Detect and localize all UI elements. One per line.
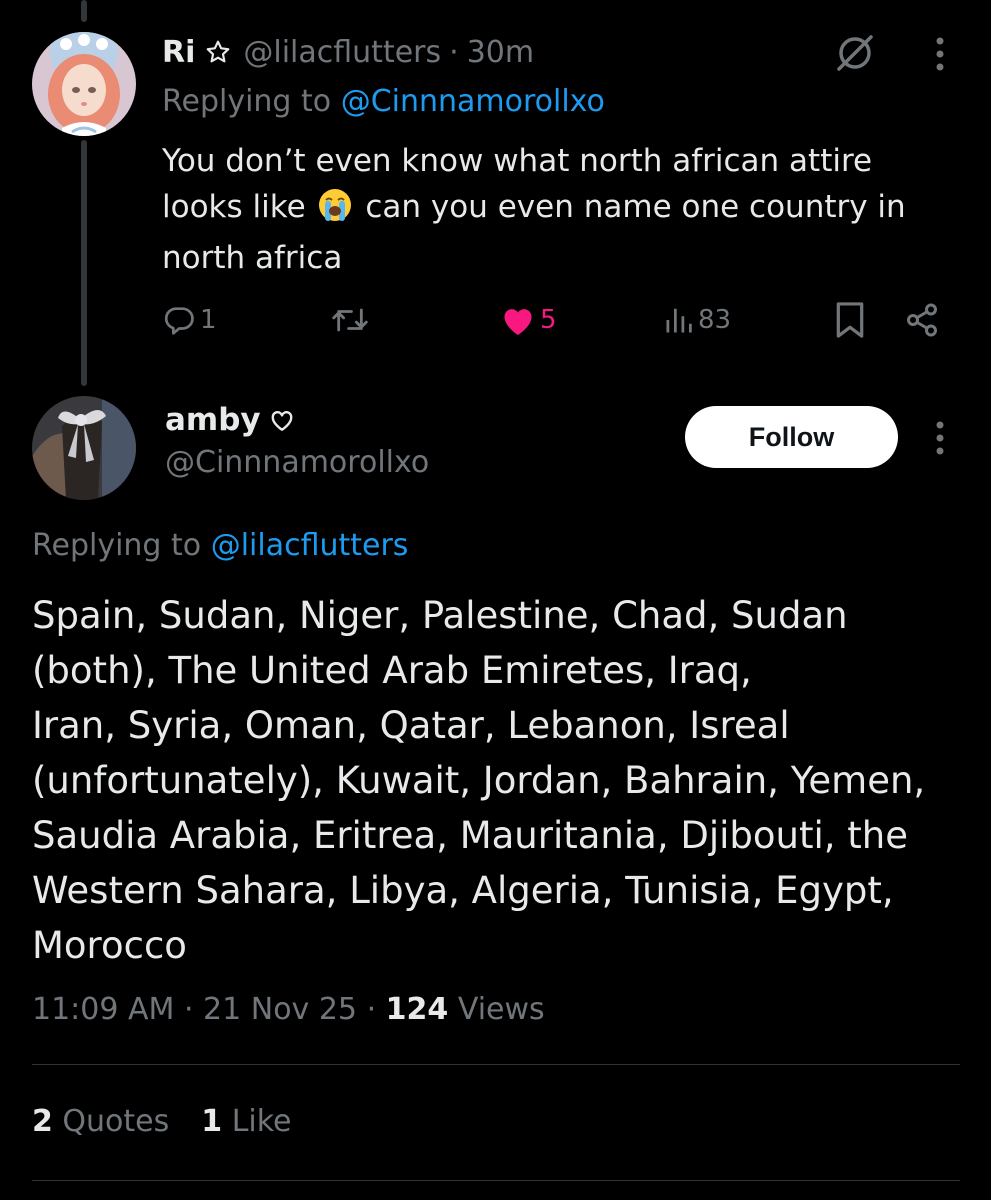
main-text-line: (both), The United Arab Emiretes, Iraq, (32, 649, 752, 692)
divider (32, 1180, 960, 1181)
replying-prefix: Replying to (32, 528, 202, 563)
follow-button[interactable]: Follow (685, 406, 898, 468)
main-text-line: Morocco (32, 924, 187, 967)
tweet-date[interactable]: 21 Nov 25 (203, 992, 357, 1027)
main-tweet-text: Spain, Sudan, Niger, Palestine, Chad, Su… (32, 588, 967, 973)
main-text-line: (unfortunately), Kuwait, Jordan, Bahrain… (32, 759, 926, 802)
more-icon[interactable] (920, 34, 960, 74)
likes-label: Like (231, 1104, 292, 1139)
thread-line (81, 140, 87, 386)
replying-mention[interactable]: @Cinnnamorollxo (341, 84, 605, 119)
main-text-line: Spain, Sudan, Niger, Palestine, Chad, Su… (32, 594, 848, 637)
replying-prefix: Replying to (162, 84, 332, 119)
meta-separator: · (183, 992, 194, 1027)
more-icon[interactable] (920, 418, 960, 458)
quotes-label: Quotes (62, 1104, 170, 1139)
views-icon (664, 305, 694, 335)
retweet-icon (330, 303, 370, 337)
engagement-stats: 2 Quotes 1 Like (32, 1104, 324, 1139)
reply-text-line: looks like can you even name one country… (162, 184, 942, 235)
reply-text-line: north africa (162, 240, 343, 276)
quotes-stat[interactable]: 2 Quotes (32, 1104, 169, 1139)
like-action[interactable]: 5 (500, 296, 557, 344)
likes-count: 1 (201, 1104, 223, 1139)
main-replying-to: Replying to @lilacflutters (32, 528, 408, 563)
likes-stat[interactable]: 1 Like (201, 1104, 291, 1139)
main-text-line: Iran, Syria, Oman, Qatar, Lebanon, Isrea… (32, 704, 790, 747)
reply-author-avatar[interactable] (32, 32, 136, 136)
reply-count: 1 (200, 305, 217, 335)
main-text-line: Western Sahara, Libya, Algeria, Tunisia,… (32, 869, 894, 912)
quotes-count: 2 (32, 1104, 53, 1139)
heart-filled-icon (500, 303, 536, 337)
reply-icon (162, 303, 196, 337)
main-author-name-row: amby (165, 402, 295, 438)
meta-separator: · (366, 992, 377, 1027)
views-action[interactable]: 83 (664, 296, 731, 344)
reply-text-line: You don’t even know what north african a… (162, 143, 873, 179)
retweet-action[interactable] (330, 296, 370, 344)
divider (32, 1064, 960, 1065)
reply-time[interactable]: 30m (467, 35, 534, 70)
thread-line-top (81, 0, 87, 22)
reply-replying-to: Replying to @Cinnnamorollxo (162, 84, 605, 119)
main-author-avatar[interactable] (32, 396, 136, 500)
share-icon[interactable] (900, 298, 944, 342)
tweet-meta: 11:09 AM · 21 Nov 25 · 124 Views (32, 992, 545, 1027)
header-separator: · (449, 34, 459, 70)
heart-outline-icon (269, 408, 295, 432)
replying-mention[interactable]: @lilacflutters (211, 528, 409, 563)
views-count: 83 (698, 305, 732, 335)
bookmark-icon[interactable] (830, 298, 870, 342)
like-count: 5 (540, 305, 557, 335)
loudly-crying-face-icon (318, 188, 352, 235)
main-text-line: Saudia Arabia, Eritrea, Mauritania, Djib… (32, 814, 909, 857)
reply-tweet-text: You don’t even know what north african a… (162, 138, 942, 281)
views-label: Views (457, 992, 545, 1027)
grok-icon[interactable] (830, 28, 880, 78)
reply-header: Ri @lilacflutters · 30m (162, 30, 534, 74)
star-outline-icon (205, 39, 231, 65)
reply-author-handle[interactable]: @lilacflutters (243, 35, 441, 70)
reply-author-name[interactable]: Ri (162, 35, 195, 70)
main-author-name[interactable]: amby (165, 402, 261, 438)
views-total: 124 (385, 992, 449, 1027)
main-author-handle[interactable]: @Cinnnamorollxo (165, 445, 429, 480)
tweet-time[interactable]: 11:09 AM (32, 992, 174, 1027)
reply-action[interactable]: 1 (162, 296, 217, 344)
